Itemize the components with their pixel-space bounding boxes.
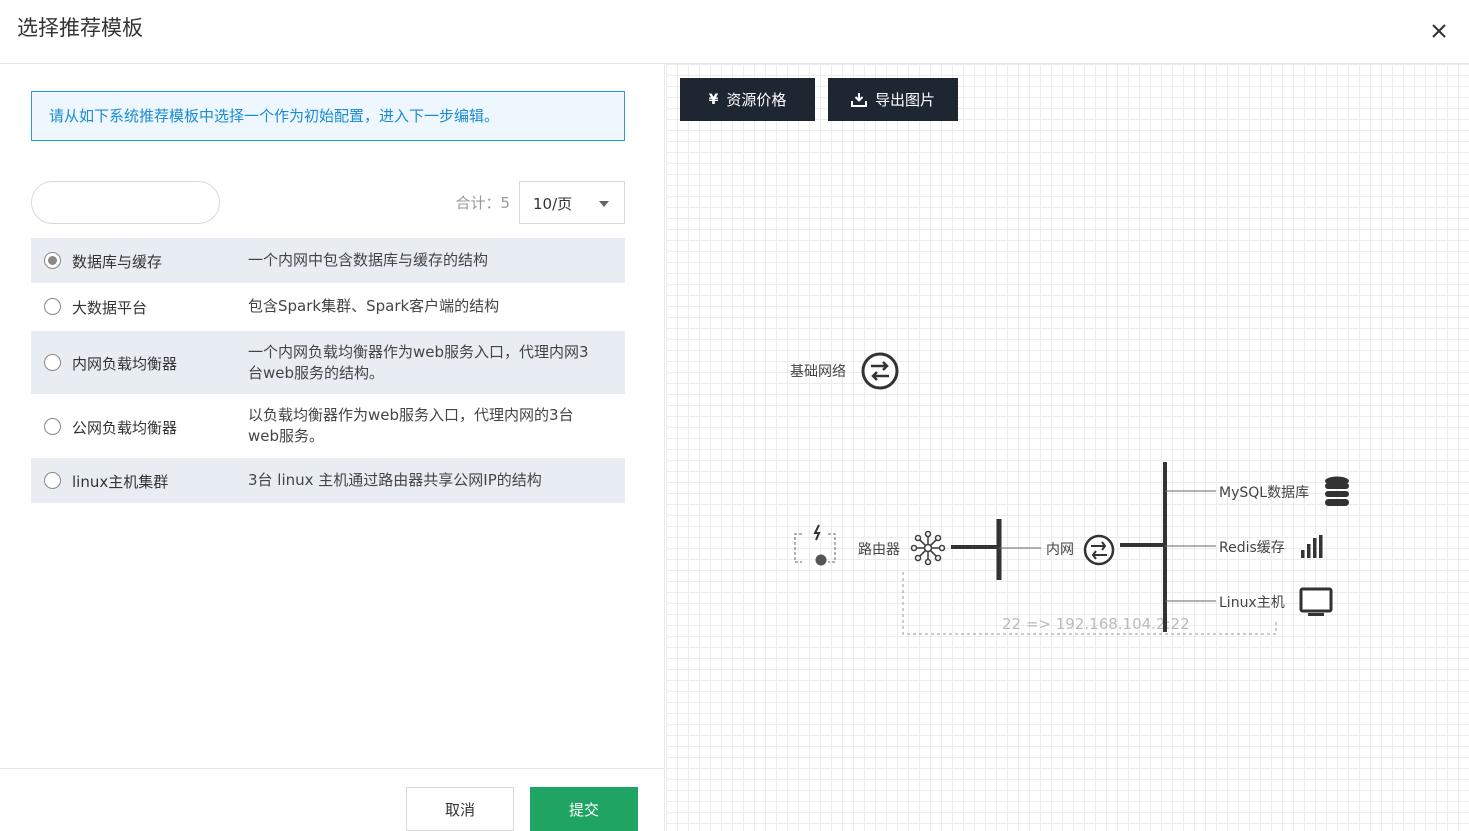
template-panel: 请从如下系统推荐模板中选择一个作为初始配置，进入下一步编辑。 合计：5 10/页… [0, 64, 665, 831]
database-icon [1325, 476, 1349, 506]
template-desc: 一个内网中包含数据库与缓存的结构 [248, 251, 489, 269]
topology-preview: ¥ 资源价格 导出图片 基础网络 22 => 192.168.104.2:22 [666, 64, 1469, 831]
template-name: 公网负载均衡器 [72, 419, 178, 437]
linux-node[interactable]: Linux主机 [1219, 587, 1333, 616]
linux-label: Linux主机 [1219, 595, 1285, 611]
monitor-icon [1299, 587, 1333, 616]
intranet-node[interactable]: 内网 [1046, 534, 1115, 566]
mysql-label: MySQL数据库 [1219, 485, 1309, 501]
template-desc: 包含Spark集群、Spark客户端的结构 [248, 297, 500, 315]
hub-icon [910, 530, 946, 566]
intranet-label: 内网 [1046, 542, 1074, 558]
template-name: linux主机集群 [72, 473, 169, 491]
switch-icon [861, 352, 899, 390]
template-row[interactable]: linux主机集群 3台 linux 主机通过路由器共享公网IP的结构 [31, 458, 625, 504]
radio-button[interactable] [44, 252, 61, 269]
radio-button[interactable] [44, 418, 61, 435]
dialog-footer: 取消 提交 [0, 768, 665, 831]
mysql-node[interactable]: MySQL数据库 [1219, 476, 1349, 507]
router-node[interactable]: 路由器 [794, 524, 946, 566]
page-size-select[interactable]: 10/页 [519, 181, 625, 224]
dialog-title: 选择推荐模板 [17, 16, 143, 40]
port-forward-label: 22 => 192.168.104.2:22 [1002, 615, 1190, 633]
redis-node[interactable]: Redis缓存 [1219, 535, 1323, 558]
page-size-value: 10/页 [533, 195, 573, 213]
radio-button[interactable] [44, 298, 61, 315]
topology-diagram: 基础网络 22 => 192.168.104.2:22 路由器 内网 MySQL… [790, 352, 1349, 635]
radio-button[interactable] [44, 472, 61, 489]
submit-button[interactable]: 提交 [530, 787, 638, 831]
template-name: 数据库与缓存 [72, 253, 163, 271]
total-count: 合计：5 [455, 194, 510, 212]
bar-chart-icon [1301, 535, 1323, 558]
close-icon[interactable] [1426, 18, 1452, 44]
search-input[interactable] [31, 181, 220, 224]
template-row[interactable]: 数据库与缓存 一个内网中包含数据库与缓存的结构 [31, 238, 625, 284]
dialog-header: 选择推荐模板 [0, 0, 1469, 64]
base-network-label: 基础网络 [790, 363, 846, 380]
chevron-down-icon [599, 201, 609, 207]
template-name: 内网负载均衡器 [72, 355, 178, 373]
template-row[interactable]: 公网负载均衡器 以负载均衡器作为web服务入口，代理内网的3台web服务。 [31, 395, 625, 458]
base-network-node[interactable]: 基础网络 [790, 352, 899, 390]
template-desc: 以负载均衡器作为web服务入口，代理内网的3台web服务。 [248, 406, 574, 445]
template-name: 大数据平台 [72, 299, 148, 317]
template-row[interactable]: 内网负载均衡器 一个内网负载均衡器作为web服务入口，代理内网3台web服务的结… [31, 331, 625, 395]
info-notice: 请从如下系统推荐模板中选择一个作为初始配置，进入下一步编辑。 [31, 91, 625, 141]
router-device-icon [794, 524, 836, 566]
router-label: 路由器 [858, 542, 900, 558]
redis-label: Redis缓存 [1219, 540, 1285, 556]
template-row[interactable]: 大数据平台 包含Spark集群、Spark客户端的结构 [31, 284, 625, 331]
template-desc: 3台 linux 主机通过路由器共享公网IP的结构 [248, 471, 542, 489]
radio-button[interactable] [44, 354, 61, 371]
switch-icon [1083, 534, 1115, 566]
template-list: 数据库与缓存 一个内网中包含数据库与缓存的结构 大数据平台 包含Spark集群、… [31, 238, 625, 504]
template-desc: 一个内网负载均衡器作为web服务入口，代理内网3台web服务的结构。 [248, 343, 589, 382]
cancel-button[interactable]: 取消 [406, 787, 514, 831]
